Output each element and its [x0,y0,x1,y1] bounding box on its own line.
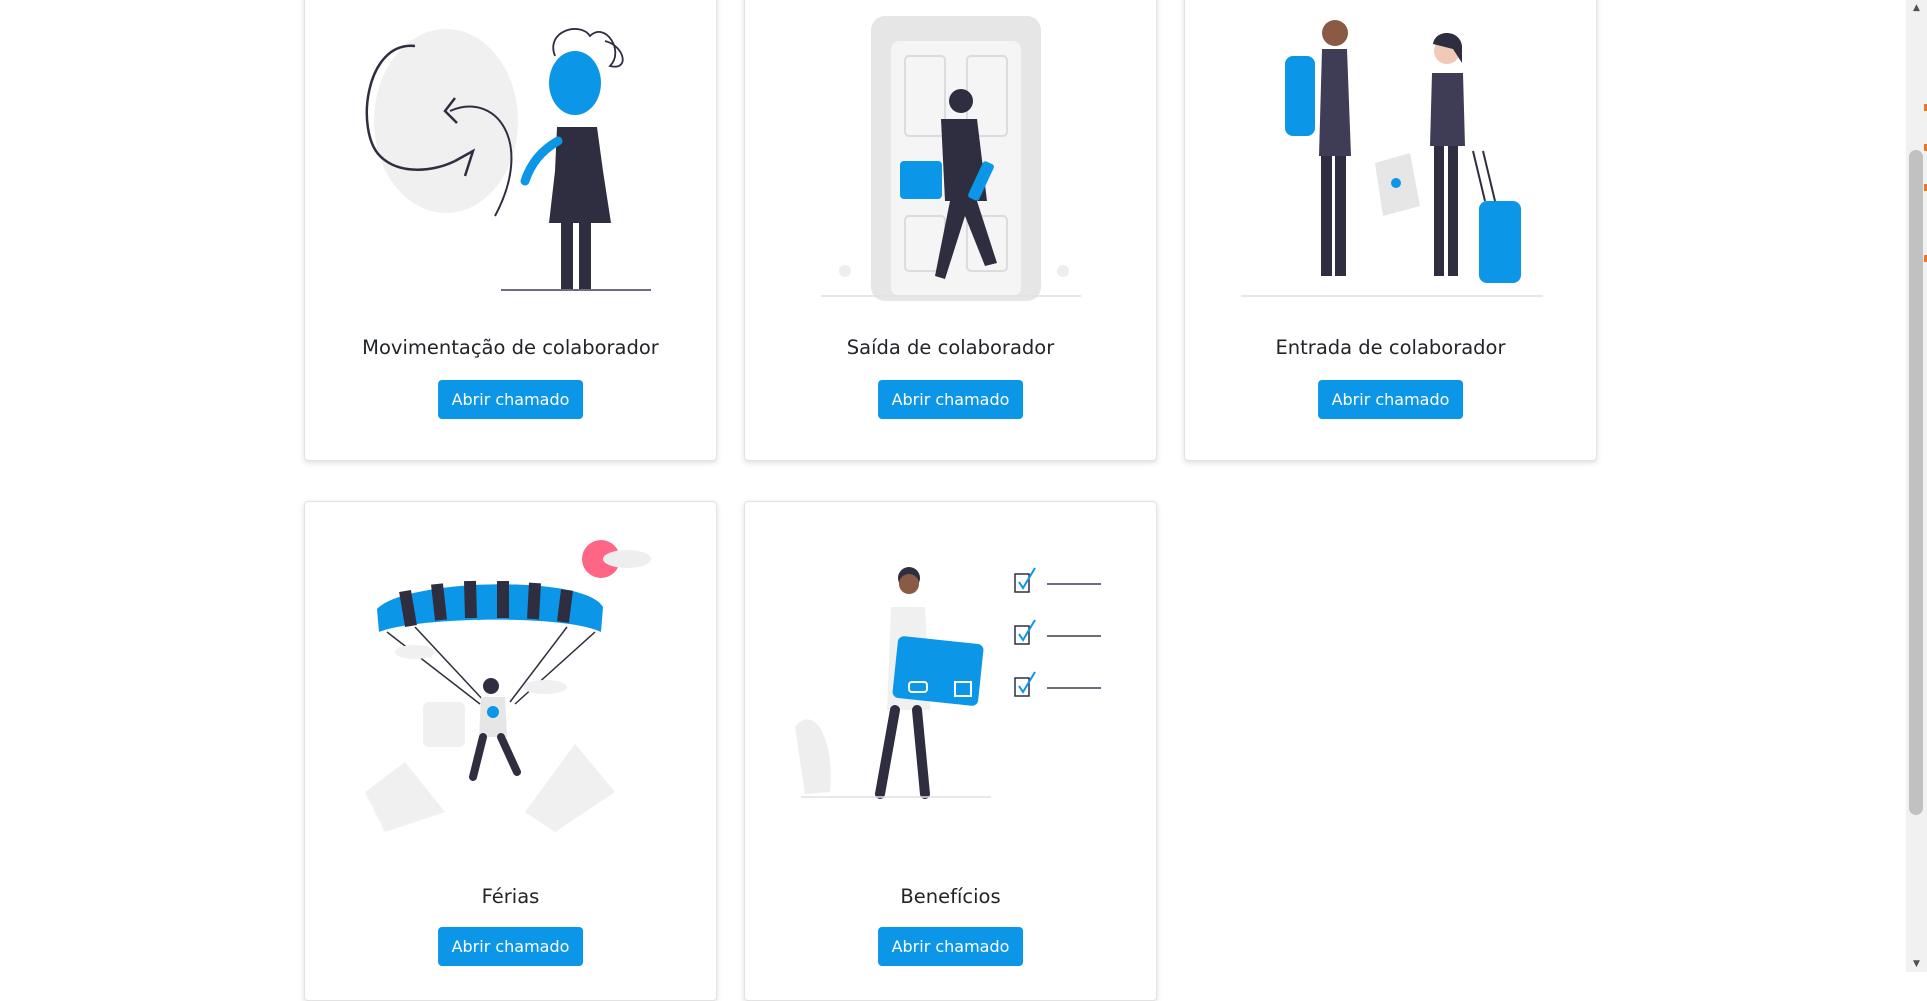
card-title: Entrada de colaborador [1275,336,1506,359]
abrir-chamado-button[interactable]: Abrir chamado [437,380,584,419]
abrir-chamado-button[interactable]: Abrir chamado [877,927,1024,966]
service-card-grid: Movimentação de colaborador Abrir chamad… [0,0,1906,1001]
card-title: Férias [481,885,540,908]
person-leaving-door-illustration [821,16,1081,301]
abrir-chamado-button[interactable]: Abrir chamado [1317,380,1464,419]
paraglider-illustration [365,540,651,832]
card-title: Benefícios [900,885,1001,908]
card-movimentacao: Movimentação de colaborador Abrir chamad… [304,0,717,461]
travellers-illustration [1241,20,1543,297]
scrollbar-thumb[interactable] [1909,150,1923,815]
card-beneficios: Benefícios Abrir chamado [744,501,1157,1001]
card-checklist-illustration [795,567,1101,799]
person-arrows-illustration [365,28,651,291]
abrir-chamado-button[interactable]: Abrir chamado [877,380,1024,419]
card-title: Saída de colaborador [846,336,1055,359]
card-title: Movimentação de colaborador [362,336,659,359]
abrir-chamado-button[interactable]: Abrir chamado [437,927,584,966]
edge-markers [1923,0,1927,972]
card-saida: Saída de colaborador Abrir chamado [744,0,1157,461]
card-entrada: Entrada de colaborador Abrir chamado [1184,0,1597,461]
card-ferias: Férias Abrir chamado [304,501,717,1001]
checklist-icon [1014,567,1101,697]
